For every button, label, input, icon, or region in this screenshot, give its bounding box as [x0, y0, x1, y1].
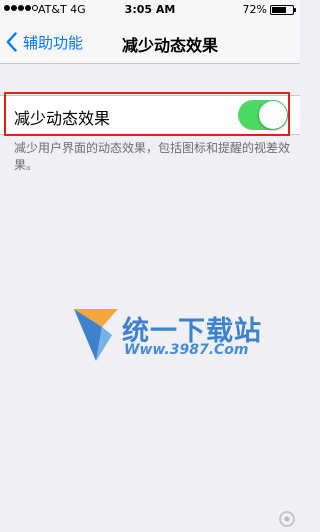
battery-fill: [272, 7, 287, 13]
setting-description: 减少用户界面的动态效果，包括图标和提醒的视差效果。: [14, 141, 291, 172]
watermark-url: Www.3987.Com: [124, 342, 249, 358]
navigation-bar: 辅助功能 减少动态效果: [0, 20, 300, 64]
top-bar: AT&T 4G 3:05 AM 72% 辅助功能 减少动态效果: [0, 0, 300, 64]
download-site-logo-icon: [74, 309, 118, 361]
page-title: 减少动态效果: [121, 36, 218, 55]
watermark: 统一下载站 Www.3987.Com: [72, 305, 272, 375]
status-bar: AT&T 4G 3:05 AM 72%: [0, 0, 300, 20]
corner-watermark-icon: [279, 511, 295, 527]
battery-percent: 72%: [242, 3, 267, 16]
battery-icon: [270, 5, 296, 15]
highlight-box: [4, 92, 290, 136]
